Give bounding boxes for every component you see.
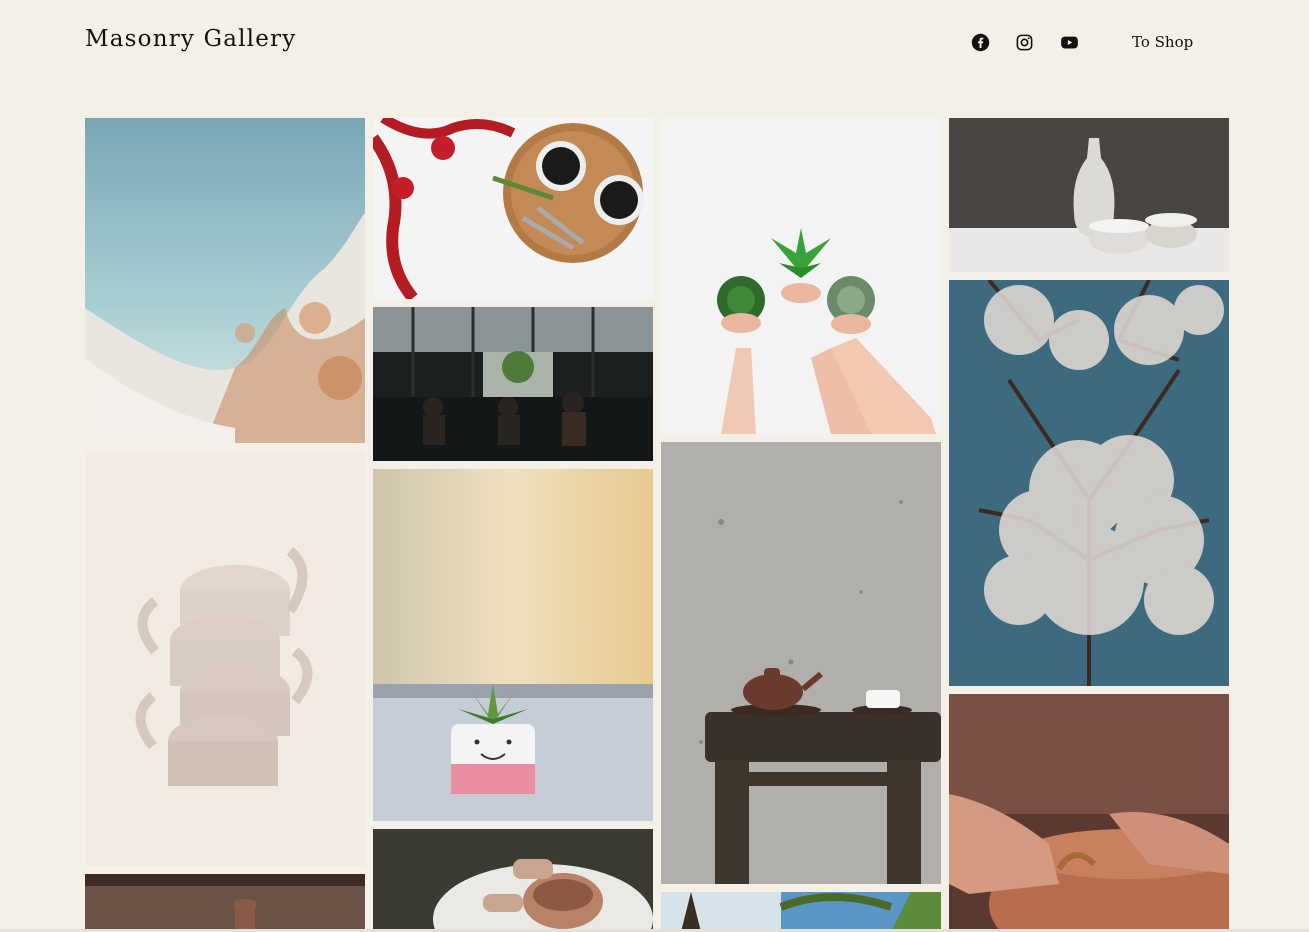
to-shop-link[interactable]: To Shop xyxy=(1132,33,1193,51)
gallery-item-stacked-clay-cups[interactable] xyxy=(85,451,365,866)
gallery-item-succulent-smiley-pot[interactable] xyxy=(373,469,653,821)
gallery-item-cafe-interior[interactable] xyxy=(373,307,653,461)
gallery-item-coffee-cups-christmas[interactable] xyxy=(373,118,653,299)
gallery-item-ceramic-vase-and-bowls[interactable] xyxy=(949,118,1229,272)
gallery-item-pottery-wheel[interactable] xyxy=(373,829,653,932)
gallery-item-snowy-tree-branches[interactable] xyxy=(949,280,1229,686)
gallery-item-pottery-carving-hands[interactable] xyxy=(949,694,1229,932)
gallery-item-hands-holding-plants[interactable] xyxy=(661,118,941,434)
gallery-item-aerial-coastline[interactable] xyxy=(85,118,365,443)
youtube-icon[interactable] xyxy=(1057,30,1081,54)
instagram-icon[interactable] xyxy=(1012,30,1036,54)
gallery-item-clay-vase-partial[interactable] xyxy=(85,874,365,932)
site-title[interactable]: Masonry Gallery xyxy=(85,26,296,52)
gallery-item-teapot-on-stool[interactable] xyxy=(661,442,941,884)
facebook-icon[interactable] xyxy=(968,30,992,54)
gallery-item-palm-trees-sky[interactable] xyxy=(661,892,941,932)
